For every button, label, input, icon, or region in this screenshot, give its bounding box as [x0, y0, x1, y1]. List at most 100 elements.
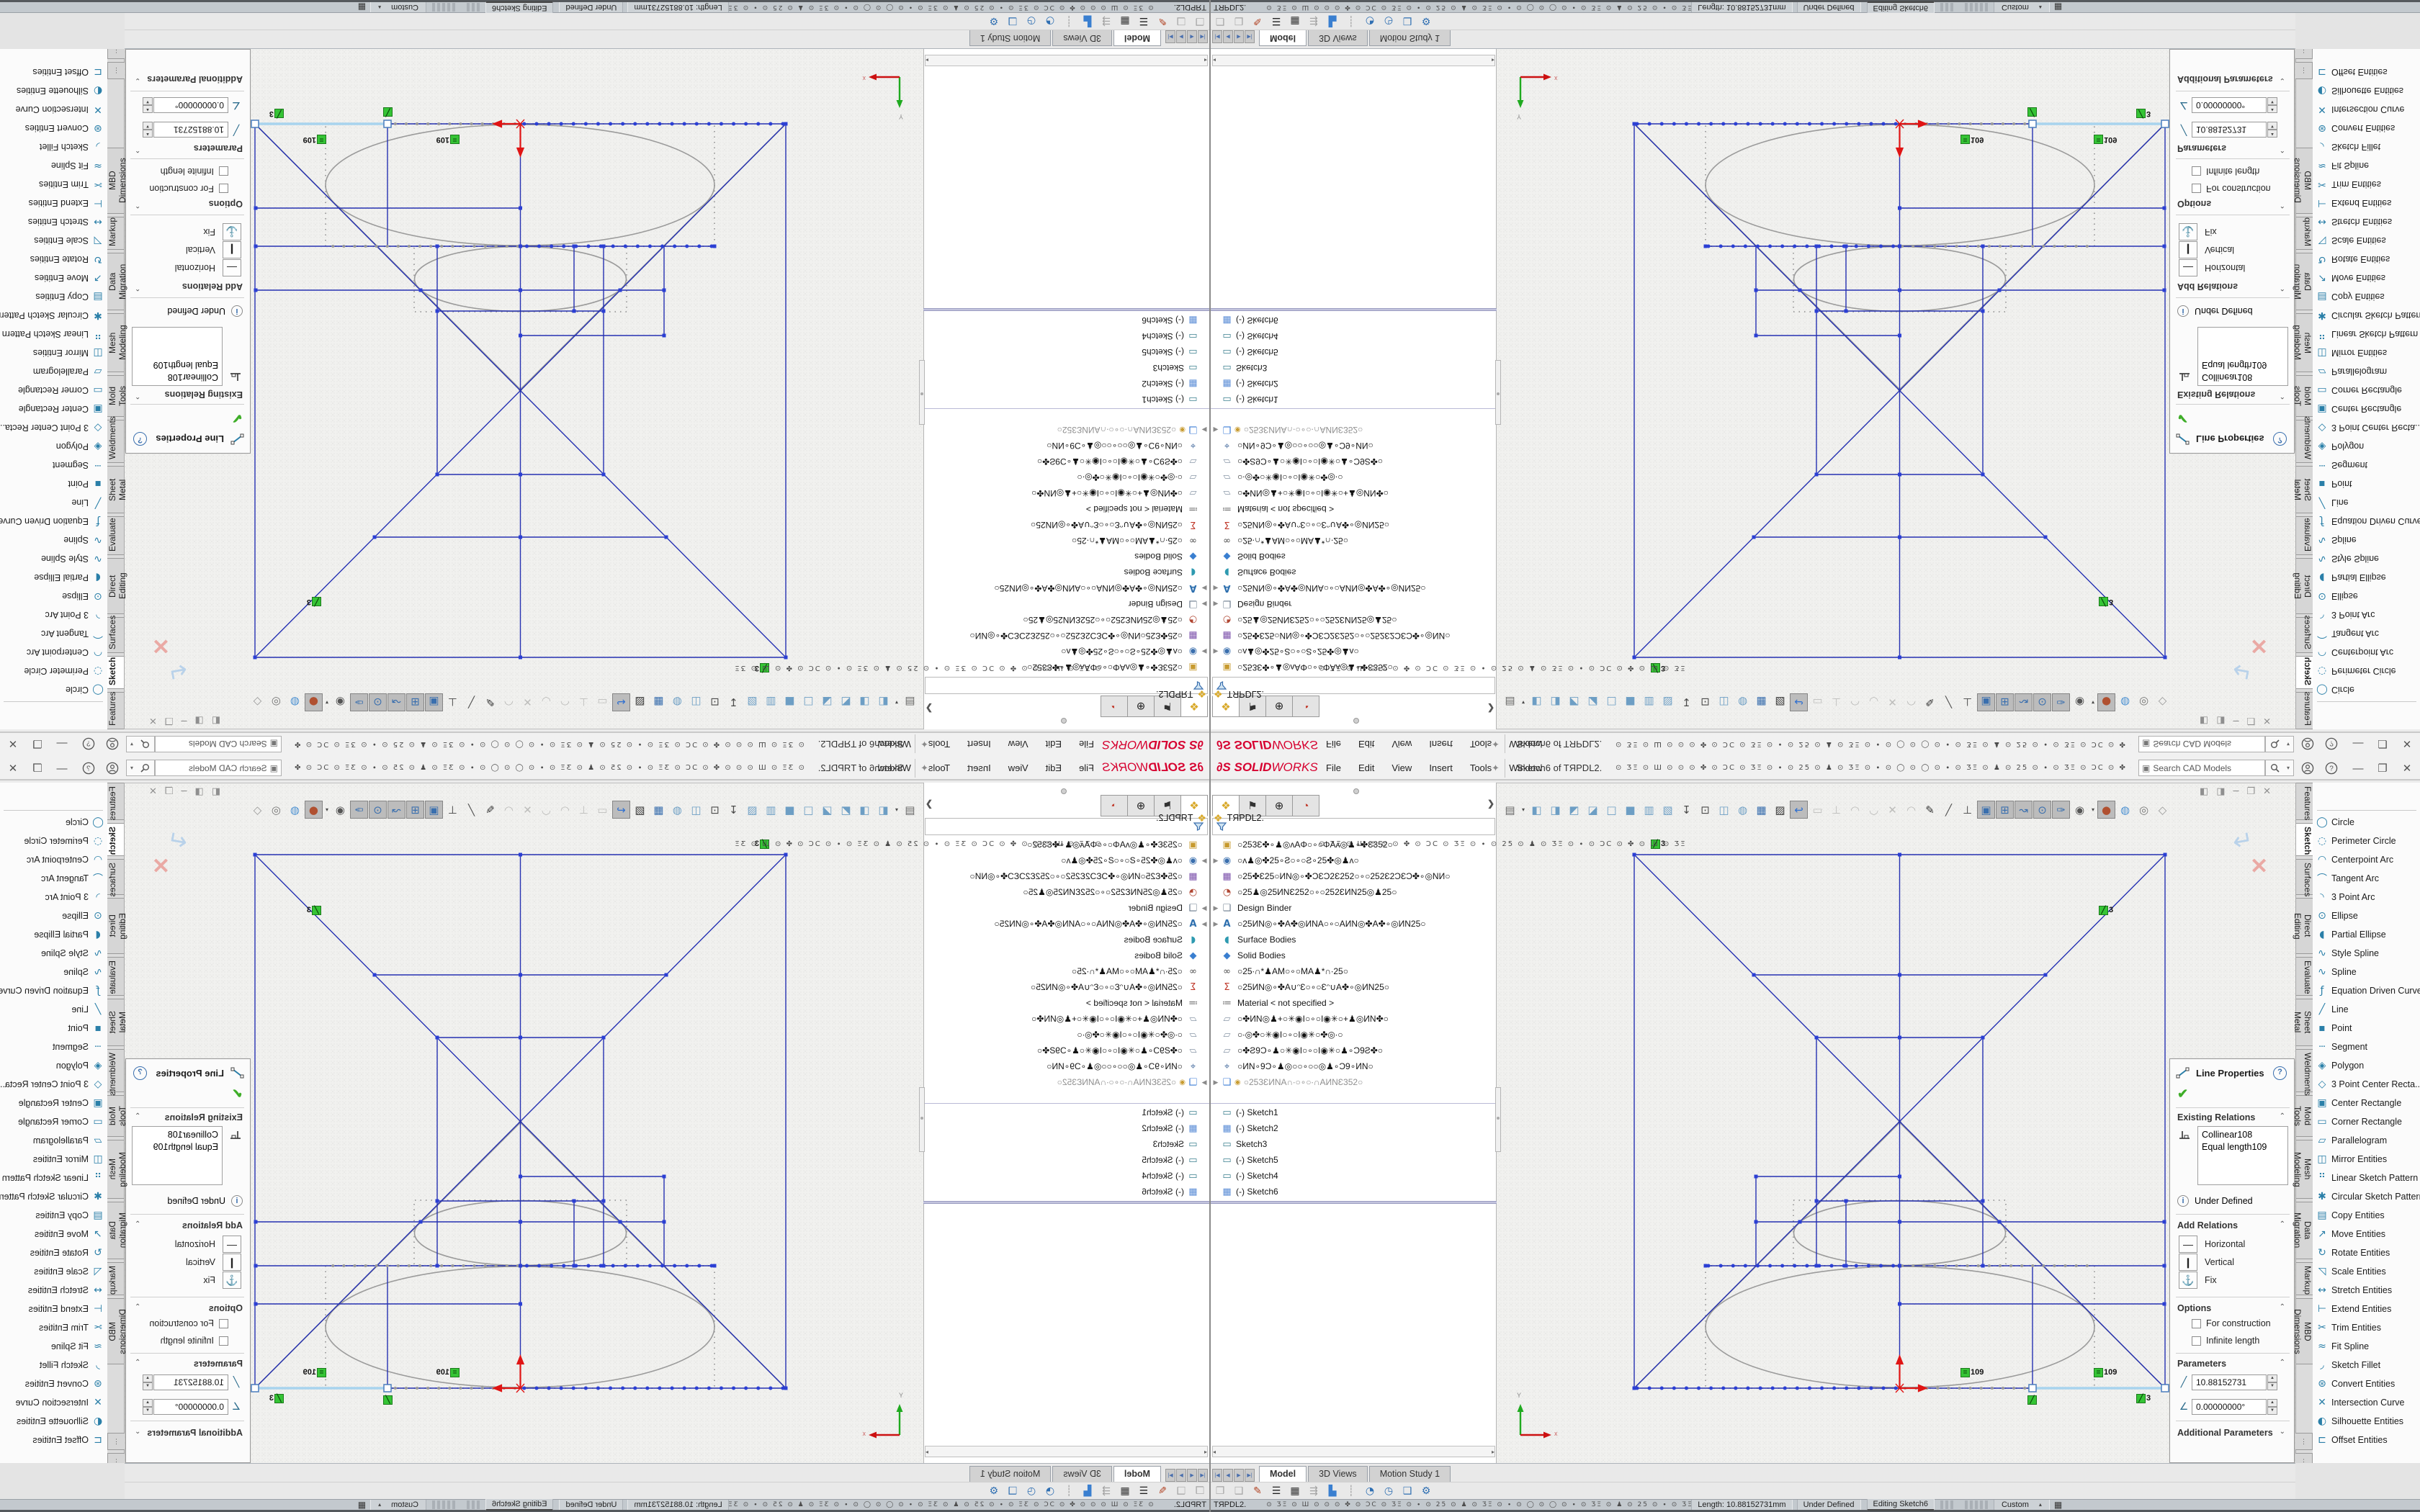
- search-dropdown-icon[interactable]: ▾: [2283, 736, 2294, 752]
- view-tab[interactable]: Motion Study 1: [969, 1466, 1051, 1482]
- sketch-tool-item[interactable]: ◠ Centerpoint Arc: [2313, 643, 2420, 662]
- view-toolbar-icon[interactable]: ◇: [248, 693, 266, 711]
- sketch-tool-item[interactable]: ◞ Sketch Fillet: [2313, 138, 2420, 156]
- tree-item[interactable]: ≔ Material < not specified >: [923, 501, 1209, 517]
- view-toolbar-icon[interactable]: ↝: [387, 693, 405, 711]
- fix-relation-button[interactable]: ⚓: [223, 223, 241, 240]
- doc-window-control-icon[interactable]: ✕: [2263, 786, 2271, 797]
- sketch-tool-item[interactable]: ▭ Corner Rectangle: [0, 381, 107, 400]
- view-toolbar-icon[interactable]: ⊡: [706, 693, 724, 711]
- tree-item[interactable]: ▶ ◉ ○ʌ♟◎✤25∘Ƨ○∘○Ƨ∘25✤◎♟ʌ○: [923, 644, 1209, 660]
- tree-item[interactable]: Σ ○25ИΝ◎∘✤A∪ᵔƐ○∘○Ɛᵔ∪A✤∘◎ИΝ25○: [923, 517, 1209, 533]
- view-toolbar-icon[interactable]: ▭: [1809, 801, 1827, 819]
- existing-relations-header[interactable]: Existing Relations: [2177, 390, 2255, 400]
- sketch-tool-item[interactable]: ◝ 3 Point Arc: [2313, 888, 2420, 906]
- tree-item[interactable]: ◔ ○25♟◎25ИΝƐ252○∘○252ƐИΝ25◎♟25○: [1211, 612, 1497, 628]
- tree-item[interactable]: ▱ ○✤Ƨ9Ɔ∘♟○✳◉I○∘○I◉✳○♟∘Ɔ9Ƨ✤○: [923, 1043, 1209, 1058]
- tree-item[interactable]: ▱ ○✤ИΝ◎♟+○✳◉I○∘○I◉✳○+♟◎ИΝ✤○: [923, 485, 1209, 501]
- rollback-bar[interactable]: [1211, 308, 1497, 311]
- relation-entry[interactable]: Collinear108: [136, 1129, 218, 1141]
- status-grid-icon[interactable]: ▦: [2054, 1500, 2062, 1510]
- parameters-header[interactable]: Parameters: [2177, 1359, 2226, 1369]
- equal-relation-badge[interactable]: = 109: [1960, 135, 1984, 144]
- panel-resize-handle[interactable]: [1495, 1087, 1501, 1152]
- sketch-tool-item[interactable]: ◹ Scale Entities: [2313, 1262, 2420, 1281]
- fix-relation-button[interactable]: ⚓: [2179, 1272, 2197, 1289]
- tab-nav-button[interactable]: ◀: [1223, 1469, 1233, 1482]
- expand-arrow-icon[interactable]: ▶: [1199, 600, 1209, 608]
- spin-down-button[interactable]: ▼: [143, 1407, 153, 1415]
- view-toolbar-icon[interactable]: ▨: [631, 693, 649, 711]
- angle-input[interactable]: 0.00000000°: [153, 1399, 228, 1415]
- checkbox[interactable]: [2192, 1319, 2201, 1328]
- command-manager-tab[interactable]: Data Migration: [107, 1202, 124, 1259]
- relation-entry[interactable]: Equal length109: [2202, 359, 2284, 371]
- view-toolbar-icon[interactable]: ▦: [1752, 801, 1770, 819]
- infinite-length-checkbox[interactable]: Infinite length: [161, 1336, 228, 1346]
- panel-help-icon[interactable]: ?: [2273, 1066, 2287, 1080]
- sketch-tool-item[interactable]: ⌒ Tangent Arc: [2313, 869, 2420, 888]
- panel-help-icon[interactable]: ?: [133, 432, 147, 446]
- motion-toolbar-icon[interactable]: ⇶: [1304, 16, 1323, 27]
- tabs-overflow-icon[interactable]: ❯: [1487, 703, 1494, 714]
- spin-down-button[interactable]: ▼: [2267, 1407, 2277, 1415]
- sketch-tree-item[interactable]: ▦ (-) Sketch2: [1211, 1120, 1497, 1136]
- sketch-tool-item[interactable]: ◫ Mirror Entities: [2313, 1150, 2420, 1169]
- quick-access-toolbar[interactable]: ⊙ ƷΞ ⊙ Ш ⊙ ⊙ ⊙ ✤ ⊙ ƆC ⊙ ƷΞ ⊙ ∙ ⊙ 25 ⊙ ♟ …: [1615, 764, 2131, 772]
- help-icon[interactable]: ?: [79, 759, 98, 778]
- tree-item[interactable]: ⌖ ○ИΝ∘9Ɔ∘♟◎○○∘○○◎♟∘Ɔ9∘ИΝ○: [1211, 438, 1497, 454]
- angle-input[interactable]: 0.00000000°: [2192, 1399, 2267, 1415]
- tab-nav-button[interactable]: ◀: [1223, 30, 1233, 43]
- doc-window-control-icon[interactable]: ◧: [2200, 786, 2208, 797]
- sketch-tool-item[interactable]: ┄ Segment: [2313, 1038, 2420, 1056]
- options-header[interactable]: Options: [2177, 199, 2211, 209]
- user-account-icon[interactable]: [103, 734, 122, 753]
- expand-arrow-icon[interactable]: ▶: [1211, 904, 1221, 912]
- spin-down-button[interactable]: ▼: [2267, 1382, 2277, 1390]
- command-manager-tab[interactable]: Sheet Metal: [107, 466, 124, 513]
- view-toolbar-icon[interactable]: ◠: [556, 801, 574, 819]
- tree-item[interactable]: ▶ ❑ Design Binder: [923, 596, 1209, 612]
- sketch-tool-item[interactable]: ◌ Perimeter Circle: [2313, 662, 2420, 680]
- view-toolbar-icon[interactable]: ◩: [837, 801, 855, 819]
- sketch-tool-item[interactable]: ◫ Mirror Entities: [0, 1150, 107, 1169]
- sketch-tool-item[interactable]: ⊙ Ellipse: [0, 587, 107, 606]
- sketch-tool-item[interactable]: ✂ Trim Entities: [0, 175, 107, 194]
- tree-item[interactable]: ◆ Solid Bodies: [923, 549, 1209, 564]
- command-manager-tab[interactable]: Data Migration: [2296, 1202, 2313, 1259]
- view-tab[interactable]: Motion Study 1: [1369, 30, 1451, 46]
- view-tab[interactable]: Model: [1259, 1466, 1307, 1482]
- checkbox[interactable]: [219, 1336, 228, 1346]
- motion-toolbar-icon[interactable]: ◷: [1022, 16, 1041, 27]
- tree-item[interactable]: ◖ Surface Bodies: [923, 564, 1209, 580]
- sketch-tool-item[interactable]: ▱ Parallelogram: [2313, 362, 2420, 381]
- tab-nav-button[interactable]: |◀: [1212, 30, 1222, 43]
- sketch-tool-item[interactable]: ◐ Silhouette Entities: [2313, 81, 2420, 100]
- sketch-tool-item[interactable]: ╱ Line: [2313, 493, 2420, 512]
- relation-badge[interactable]: ╱: [2027, 1395, 2037, 1405]
- menu-item[interactable]: File: [1317, 757, 1350, 780]
- tree-item[interactable]: ◖ Surface Bodies: [1211, 564, 1497, 580]
- motion-toolbar-icon[interactable]: ┊: [1059, 16, 1078, 27]
- motion-toolbar-icon[interactable]: ┊: [1342, 16, 1361, 27]
- tree-item[interactable]: ▱ ○∙◎✤○✳◉I○∘○I◉✳○✤◎∙○: [923, 1027, 1209, 1043]
- view-toolbar-icon[interactable]: ▧: [1659, 801, 1677, 819]
- view-toolbar-icon[interactable]: ↩: [1790, 801, 1808, 819]
- sketch-tool-item[interactable]: ↔ Stretch Entities: [0, 1281, 107, 1300]
- menu-item[interactable]: File: [1070, 757, 1103, 780]
- menu-item[interactable]: View: [1000, 757, 1037, 780]
- tree-item[interactable]: ▶ A ○25ИΝ◎∘✤A✤◎ИΝA○∘○AИΝ◎✤A✤∘◎ИΝ25○: [1211, 916, 1497, 932]
- relation-badge[interactable]: ╱ 3: [307, 906, 321, 915]
- tree-item[interactable]: ◖ Surface Bodies: [1211, 932, 1497, 948]
- menu-item[interactable]: Insert: [959, 732, 1000, 755]
- motion-toolbar-icon[interactable]: ⚙: [1417, 1485, 1435, 1497]
- motion-toolbar-icon[interactable]: ▙: [1323, 1485, 1342, 1497]
- sketch-tool-item[interactable]: ◹ Scale Entities: [2313, 231, 2420, 250]
- motion-toolbar-icon[interactable]: ❐: [1211, 16, 1229, 27]
- sketch-tree-item[interactable]: ▭ (-) Sketch4: [1211, 1168, 1497, 1184]
- view-toolbar-icon[interactable]: □: [799, 801, 817, 819]
- view-toolbar-icon[interactable]: ✕: [519, 801, 537, 819]
- view-toolbar-icon[interactable]: ◩: [837, 693, 855, 711]
- motion-toolbar-icon[interactable]: ❐: [1191, 1485, 1209, 1497]
- sketch-tool-item[interactable]: ⊢ Extend Entities: [0, 1300, 107, 1318]
